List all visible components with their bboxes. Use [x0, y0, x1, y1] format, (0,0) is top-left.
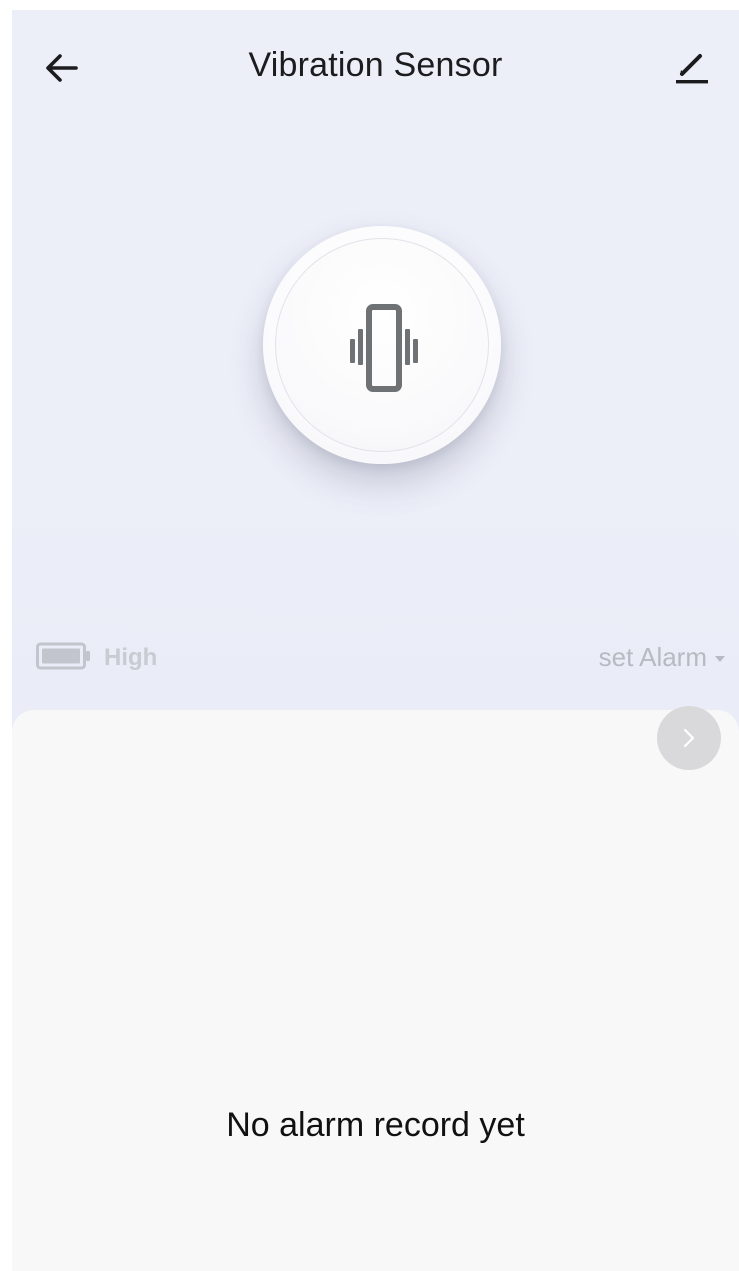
battery-level-label: High: [104, 644, 158, 671]
vibration-icon: [350, 304, 418, 392]
pencil-icon: [676, 54, 708, 84]
device-screen: Vibration Sensor High set Alarm No alarm…: [12, 10, 739, 1271]
set-alarm-dropdown[interactable]: set Alarm: [599, 642, 725, 673]
battery-icon: [36, 642, 90, 670]
set-alarm-label: set Alarm: [598, 642, 707, 672]
edit-button[interactable]: [670, 44, 714, 88]
sensor-status-dial: [263, 226, 501, 464]
status-row: High set Alarm: [12, 636, 739, 676]
empty-records-message: No alarm record yet: [226, 1106, 525, 1144]
header-bar: Vibration Sensor: [12, 10, 739, 120]
alarm-records-panel: [12, 710, 739, 1271]
chevron-right-icon: [683, 728, 695, 748]
alarm-history-button[interactable]: [657, 706, 721, 770]
dial-inner-ring: [275, 238, 489, 452]
page-title: Vibration Sensor: [248, 46, 503, 84]
caret-down-icon: [715, 655, 725, 662]
